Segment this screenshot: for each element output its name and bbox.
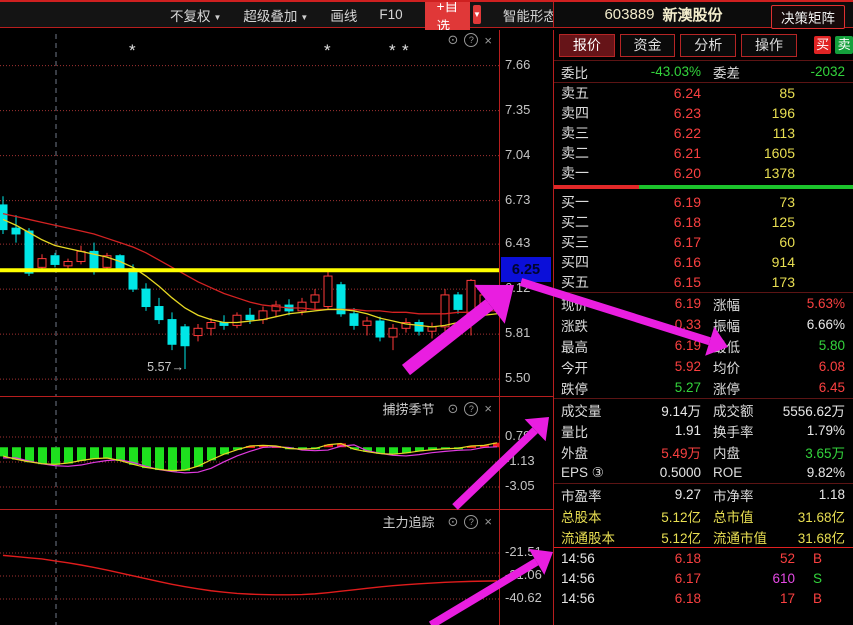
sell-button[interactable]: 卖 (835, 36, 853, 54)
volume-stats-section: 成交量9.14万成交额5556.62万量比1.91换手率1.79%外盘5.49万… (554, 399, 853, 484)
super-overlay-menu[interactable]: 超级叠加▼ (243, 5, 308, 25)
svg-text:*: * (402, 41, 409, 60)
stat-row: 量比1.91换手率1.79% (554, 420, 853, 441)
axis-tick-label: 7.66 (505, 57, 530, 72)
close-icon[interactable]: × (484, 514, 492, 529)
adjustment-mode-menu[interactable]: 不复权▼ (170, 5, 221, 25)
close-icon[interactable]: × (484, 33, 492, 48)
stock-name: 新澳股份 (663, 4, 723, 25)
stat-row: 最高6.19最低5.80 (554, 335, 853, 356)
axis-tick-label: -1.13 (505, 453, 535, 468)
stat-row: 外盘5.49万内盘3.65万 (554, 441, 853, 462)
ask-row[interactable]: 卖三6.22113 (554, 123, 853, 143)
ask-row[interactable]: 卖五6.2485 (554, 83, 853, 103)
stat-row: 成交量9.14万成交额5556.62万 (554, 399, 853, 420)
tab-quote[interactable]: 报价 (559, 34, 615, 57)
weibi-value: -43.03% (640, 64, 701, 79)
tick-row: 14:566.1852B (554, 548, 853, 568)
draw-line-button[interactable]: 画线 (330, 5, 357, 25)
quote-panel: 报价 资金 分析 操作 买 卖 委比 -43.03% 委差 -2032 卖五6.… (553, 30, 853, 625)
app-window: 不复权▼ 超级叠加▼ 画线 F10 +自选 ▼ 智能形态 603889 新澳股份… (0, 0, 853, 625)
stat-row: 流通股本5.12亿流通市值31.68亿 (554, 526, 853, 547)
help-icon[interactable]: ? (464, 515, 478, 529)
ask-row[interactable]: 卖二6.211605 (554, 143, 853, 163)
axis-tick-label: -21.51 (505, 544, 542, 559)
svg-text:*: * (129, 41, 136, 60)
settings-icon[interactable]: ⊙ (448, 514, 459, 530)
axis-tick-label: 7.35 (505, 102, 530, 117)
chevron-down-icon: ▼ (300, 13, 308, 22)
indicator-panel-fishing-season[interactable]: 0.79 -1.13 -3.05 捕捞季节 ⊙ ? × (0, 397, 553, 510)
axis-tick-label: 7.04 (505, 147, 530, 162)
stat-row: 今开5.92均价6.08 (554, 356, 853, 377)
current-price-tag: 6.25 (501, 257, 551, 282)
main-candlestick-chart[interactable]: * * * * 7.66 7.35 7.04 6.73 6.43 6.12 5.81 5.50 ⊙ … (0, 30, 553, 397)
buy-button[interactable]: 买 (814, 36, 832, 54)
chart-region: * * * * 7.66 7.35 7.04 6.73 6.43 6.12 5.81 5.50 ⊙ … (0, 30, 553, 625)
axis-tick-label: 6.12 (505, 280, 530, 295)
ask-row[interactable]: 卖一6.201378 (554, 163, 853, 183)
add-watchlist-dropdown[interactable]: ▼ (473, 5, 481, 24)
main-chart-controls: ⊙ ? × (448, 32, 493, 48)
decision-matrix-button[interactable]: 决策矩阵 (771, 5, 845, 29)
axis-tick-label: 0.79 (505, 428, 530, 443)
panel-title: 捕捞季节 (382, 399, 434, 418)
tick-row: 14:566.1817B (554, 588, 853, 608)
svg-text:*: * (389, 41, 396, 60)
axis-tick-label: 5.50 (505, 370, 530, 385)
bid-levels: 买一6.1973买二6.18125买三6.1760买四6.16914买五6.15… (554, 192, 853, 293)
quote-tabs: 报价 资金 分析 操作 买 卖 (554, 30, 853, 61)
toolbar: 不复权▼ 超级叠加▼ 画线 F10 +自选 ▼ 智能形态 603889 新澳股份… (0, 2, 853, 28)
stat-row: EPS ③0.5000ROE9.82% (554, 462, 853, 483)
weibi-label: 委比 (554, 62, 640, 82)
stat-row: 市盈率9.27市净率1.18 (554, 484, 853, 505)
settings-icon[interactable]: ⊙ (448, 32, 459, 48)
bid-row[interactable]: 买三6.1760 (554, 232, 853, 252)
chart-toolbar: 不复权▼ 超级叠加▼ 画线 F10 +自选 ▼ 智能形态 (0, 2, 553, 27)
stat-row: 总股本5.12亿总市值31.68亿 (554, 505, 853, 526)
weibi-row: 委比 -43.03% 委差 -2032 (554, 61, 853, 83)
stat-row: 跌停5.27涨停6.45 (554, 377, 853, 398)
ask-levels: 卖五6.2485卖四6.23196卖三6.22113卖二6.211605卖一6.… (554, 83, 853, 183)
bid-ratio-segment (639, 185, 853, 189)
bot-panel-controls: 主力追踪 ⊙ ? × (382, 512, 492, 531)
time-and-sales: 14:566.1852B14:566.17610S14:566.1817B (554, 548, 853, 608)
stock-header: 603889 新澳股份 决策矩阵 (553, 2, 853, 27)
tick-row: 14:566.17610S (554, 568, 853, 588)
weicha-label: 委差 (701, 62, 773, 82)
tab-analysis[interactable]: 分析 (680, 34, 736, 57)
ask-ratio-segment (554, 185, 639, 189)
tab-operation[interactable]: 操作 (741, 34, 797, 57)
bid-row[interactable]: 买一6.1973 (554, 192, 853, 212)
indicator-panel-main-force[interactable]: -21.51 -31.06 -40.62 主力追踪 ⊙ ? × (0, 510, 553, 625)
stat-row: 涨跌0.33振幅6.66% (554, 314, 853, 335)
bid-ask-ratio-bar (554, 185, 853, 189)
stock-code: 603889 (604, 6, 654, 23)
price-stats-section: 现价6.19涨幅5.63%涨跌0.33振幅6.66%最高6.19最低5.80今开… (554, 293, 853, 399)
bid-row[interactable]: 买二6.18125 (554, 212, 853, 232)
panel-title: 主力追踪 (382, 512, 434, 531)
smart-pattern-button[interactable]: 智能形态 (503, 5, 557, 25)
close-icon[interactable]: × (484, 401, 492, 416)
bid-row[interactable]: 买四6.16914 (554, 252, 853, 272)
axis-tick-label: -3.05 (505, 478, 535, 493)
chevron-down-icon: ▼ (214, 13, 222, 22)
help-icon[interactable]: ? (464, 402, 478, 416)
weicha-value: -2032 (773, 64, 853, 79)
tab-funds[interactable]: 资金 (620, 34, 676, 57)
svg-text:*: * (324, 41, 331, 60)
stat-row: 现价6.19涨幅5.63% (554, 293, 853, 314)
ask-row[interactable]: 卖四6.23196 (554, 103, 853, 123)
axis-tick-label: -31.06 (505, 567, 542, 582)
bid-row[interactable]: 买五6.15173 (554, 272, 853, 292)
axis-tick-label: 6.73 (505, 192, 530, 207)
axis-tick-label: 5.81 (505, 325, 530, 340)
valuation-stats-section: 市盈率9.27市净率1.18总股本5.12亿总市值31.68亿流通股本5.12亿… (554, 484, 853, 548)
axis-tick-label: -40.62 (505, 590, 542, 605)
settings-icon[interactable]: ⊙ (448, 401, 459, 417)
f10-button[interactable]: F10 (379, 7, 402, 22)
mid-panel-controls: 捕捞季节 ⊙ ? × (382, 399, 492, 418)
help-icon[interactable]: ? (464, 33, 478, 47)
axis-tick-label: 6.43 (505, 235, 530, 250)
